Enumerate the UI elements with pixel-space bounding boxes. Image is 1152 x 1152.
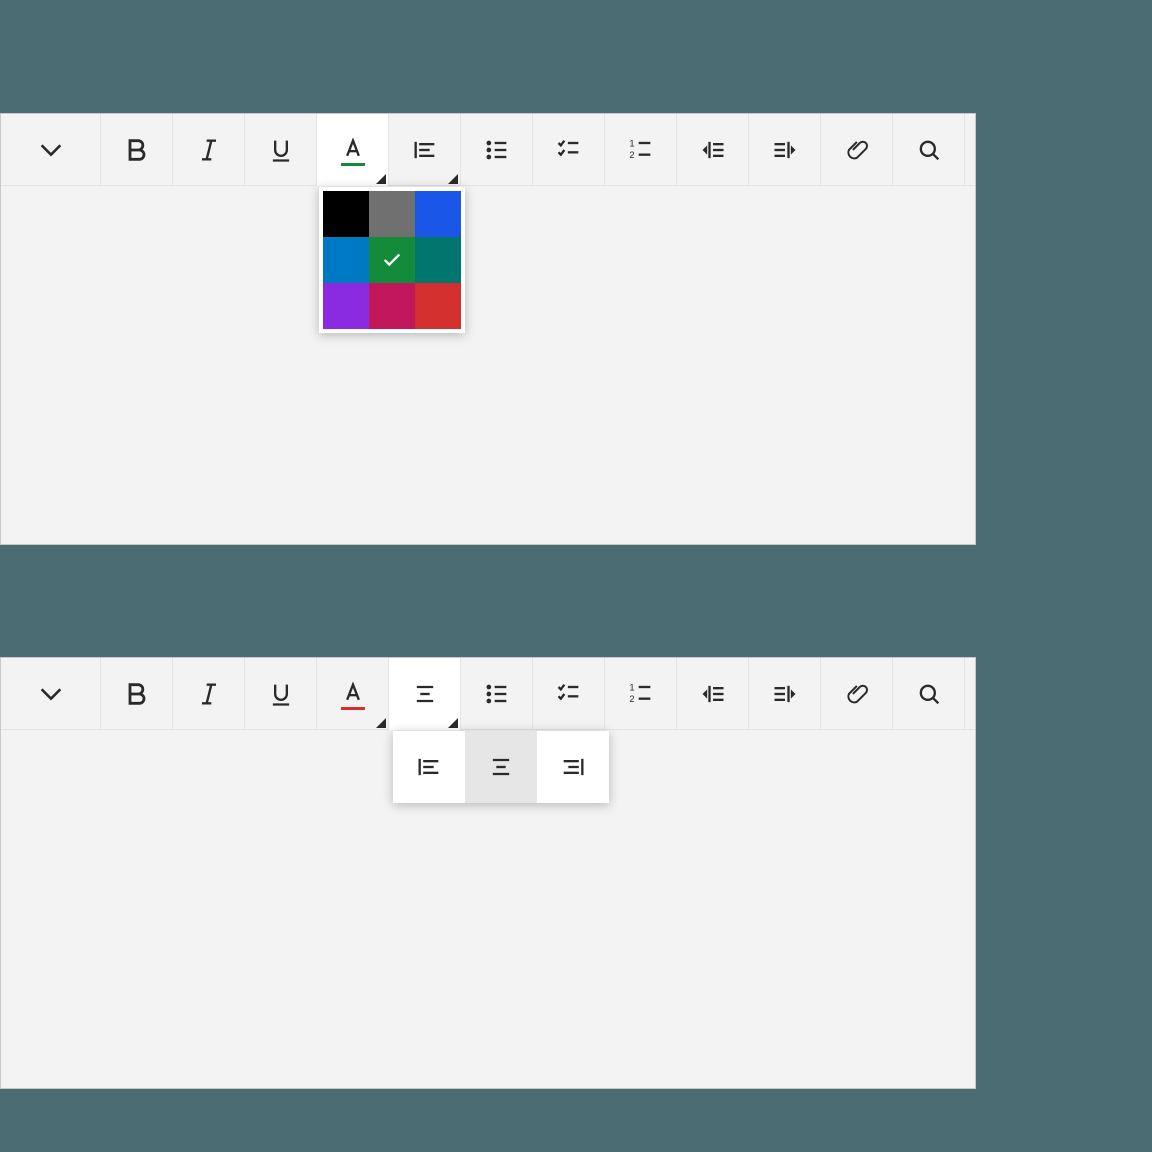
align-button[interactable] xyxy=(389,114,461,186)
toolbar xyxy=(1,658,975,730)
indent-decrease-button[interactable] xyxy=(749,658,821,730)
color-swatch[interactable] xyxy=(415,191,461,237)
text-color-icon xyxy=(339,136,367,164)
align-left-button[interactable] xyxy=(393,731,465,803)
attachment-icon xyxy=(843,136,871,164)
bullet-list-icon xyxy=(483,680,511,708)
search-button[interactable] xyxy=(893,114,965,186)
italic-icon xyxy=(195,136,223,164)
bullet-list-icon xyxy=(483,136,511,164)
underline-icon xyxy=(267,136,295,164)
indent-decrease-button[interactable] xyxy=(749,114,821,186)
color-swatch[interactable] xyxy=(369,237,415,283)
toolbar xyxy=(1,114,975,186)
bold-button[interactable] xyxy=(101,658,173,730)
underline-icon xyxy=(267,680,295,708)
underline-button[interactable] xyxy=(245,114,317,186)
text-color-indicator xyxy=(341,707,365,710)
color-swatch[interactable] xyxy=(415,237,461,283)
numbered-list-icon xyxy=(627,680,655,708)
expand-button[interactable] xyxy=(1,114,101,186)
italic-icon xyxy=(195,680,223,708)
align-left-icon xyxy=(415,753,443,781)
align-center-icon xyxy=(411,680,439,708)
align-right-button[interactable] xyxy=(537,731,609,803)
dropdown-indicator-icon xyxy=(376,718,386,728)
search-button[interactable] xyxy=(893,658,965,730)
indent-decrease-icon xyxy=(771,680,799,708)
chevron-down-icon xyxy=(37,680,65,708)
bold-icon xyxy=(123,136,151,164)
numbered-list-button[interactable] xyxy=(605,658,677,730)
indent-increase-button[interactable] xyxy=(677,658,749,730)
check-list-button[interactable] xyxy=(533,114,605,186)
attachment-icon xyxy=(843,680,871,708)
numbered-list-icon xyxy=(627,136,655,164)
dropdown-indicator-icon xyxy=(376,174,386,184)
chevron-down-icon xyxy=(37,136,65,164)
align-left-icon xyxy=(411,136,439,164)
align-center-button[interactable] xyxy=(465,731,537,803)
indent-decrease-icon xyxy=(771,136,799,164)
text-color-icon xyxy=(339,680,367,708)
dropdown-indicator-icon xyxy=(448,174,458,184)
color-swatch[interactable] xyxy=(323,191,369,237)
attachment-button[interactable] xyxy=(821,658,893,730)
italic-button[interactable] xyxy=(173,658,245,730)
check-list-icon xyxy=(555,136,583,164)
check-list-button[interactable] xyxy=(533,658,605,730)
color-picker-popup xyxy=(319,187,465,333)
bullet-list-button[interactable] xyxy=(461,658,533,730)
indent-increase-icon xyxy=(699,136,727,164)
bullet-list-button[interactable] xyxy=(461,114,533,186)
attachment-button[interactable] xyxy=(821,114,893,186)
editor-area[interactable] xyxy=(1,187,975,544)
check-list-icon xyxy=(555,680,583,708)
bold-icon xyxy=(123,680,151,708)
editor-panel-align xyxy=(0,657,976,1089)
dropdown-indicator-icon xyxy=(448,718,458,728)
color-swatch[interactable] xyxy=(415,283,461,329)
color-swatch[interactable] xyxy=(369,283,415,329)
align-center-icon xyxy=(487,753,515,781)
color-swatch[interactable] xyxy=(323,237,369,283)
text-color-indicator xyxy=(341,163,365,166)
search-icon xyxy=(915,680,943,708)
editor-panel-color xyxy=(0,113,976,545)
numbered-list-button[interactable] xyxy=(605,114,677,186)
expand-button[interactable] xyxy=(1,658,101,730)
underline-button[interactable] xyxy=(245,658,317,730)
search-icon xyxy=(915,136,943,164)
indent-increase-button[interactable] xyxy=(677,114,749,186)
align-button[interactable] xyxy=(389,658,461,730)
text-color-button[interactable] xyxy=(317,114,389,186)
indent-increase-icon xyxy=(699,680,727,708)
italic-button[interactable] xyxy=(173,114,245,186)
bold-button[interactable] xyxy=(101,114,173,186)
align-picker-popup xyxy=(393,731,609,803)
color-swatch[interactable] xyxy=(369,191,415,237)
align-right-icon xyxy=(559,753,587,781)
color-swatch[interactable] xyxy=(323,283,369,329)
text-color-button[interactable] xyxy=(317,658,389,730)
